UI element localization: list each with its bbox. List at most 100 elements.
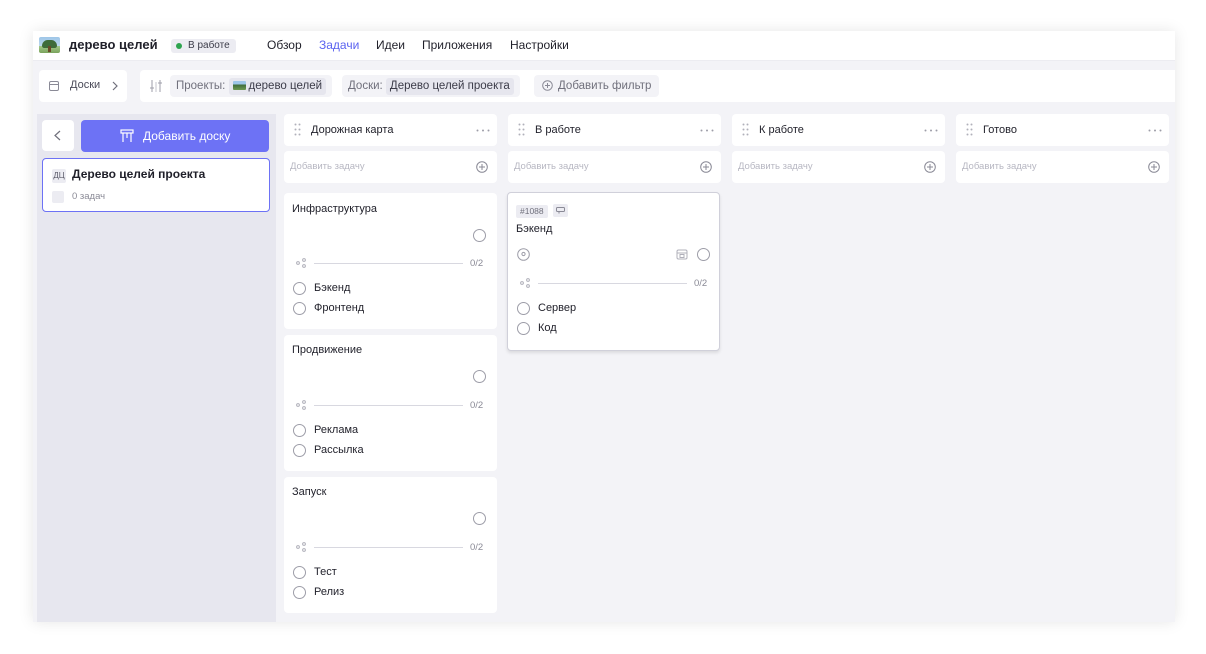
subtask-checkbox[interactable] [517, 302, 530, 315]
filter-boards-value: Дерево целей проекта [385, 78, 514, 95]
column-title: В работе [535, 124, 581, 136]
subtask-label: Реклама [314, 424, 359, 436]
calendar-icon[interactable] [676, 248, 688, 260]
add-board-label: Добавить доску [143, 129, 231, 143]
subtask-checkbox[interactable] [293, 424, 306, 437]
filter-chip-projects[interactable]: Проекты: дерево целей [170, 75, 333, 97]
subtask-checkbox[interactable] [293, 586, 306, 599]
status-circle-icon[interactable] [473, 370, 486, 383]
top-bar: дерево целей В работе Обзор Задачи Идеи … [33, 31, 1175, 61]
project-logo-icon [232, 81, 246, 90]
plus-circle-icon[interactable] [476, 161, 488, 173]
add-task-field[interactable]: Добавить задачу [284, 151, 497, 183]
breadcrumb-boards[interactable]: Доски [39, 70, 127, 102]
status-badge[interactable]: В работе [171, 39, 236, 53]
add-task-field[interactable]: Добавить задачу [732, 151, 945, 183]
nav-tab-settings[interactable]: Настройки [510, 38, 569, 52]
task-card[interactable]: Запуск 0/2 Тест Релиз [284, 477, 497, 613]
subtask-label: Рассылка [314, 444, 364, 456]
task-title: Инфраструктура [292, 203, 378, 215]
add-board-button[interactable]: Добавить доску [81, 120, 269, 152]
boards-panel: Добавить доску ДЦ Дерево целей проекта 0… [37, 114, 276, 622]
filter-bar: Доски Проекты: дерево целей Доски: Дерев… [33, 70, 1175, 102]
status-circle-icon[interactable] [473, 512, 486, 525]
add-filter-label: Добавить фильтр [558, 80, 652, 92]
progress-bar [314, 405, 463, 406]
task-card[interactable]: Инфраструктура 0/2 Бэкенд Фронтенд [284, 193, 497, 329]
drag-handle-icon[interactable] [966, 123, 973, 136]
add-task-field[interactable]: Добавить задачу [508, 151, 721, 183]
progress-count: 0/2 [470, 542, 484, 553]
more-options-icon[interactable] [476, 129, 490, 132]
column-header-to-work[interactable]: К работе [732, 114, 945, 146]
board-columns-icon [120, 129, 134, 142]
subtask-label: Бэкенд [314, 282, 351, 294]
plus-circle-icon [542, 80, 553, 91]
board-card[interactable]: ДЦ Дерево целей проекта 0 задач [42, 158, 270, 212]
drag-handle-icon[interactable] [742, 123, 749, 136]
subtask-label: Код [538, 322, 557, 334]
add-task-placeholder: Добавить задачу [514, 161, 589, 172]
subtask-checkbox[interactable] [293, 566, 306, 579]
subtasks-icon [296, 258, 306, 268]
collapse-panel-button[interactable] [42, 120, 74, 151]
filters-area: Проекты: дерево целей Доски: Дерево целе… [140, 70, 1175, 102]
nav-tab-ideas[interactable]: Идеи [376, 38, 405, 52]
plus-circle-icon[interactable] [924, 161, 936, 173]
column-header-in-progress[interactable]: В работе [508, 114, 721, 146]
project-logo-icon[interactable] [39, 37, 60, 53]
tasks-count-icon [52, 191, 64, 203]
nav-tab-tasks[interactable]: Задачи [319, 38, 359, 52]
nav-tab-apps[interactable]: Приложения [422, 38, 492, 52]
filter-sliders-icon[interactable] [149, 79, 163, 93]
subtasks-icon [296, 400, 306, 410]
subtask-checkbox[interactable] [293, 302, 306, 315]
filter-projects-label: Проекты: [176, 80, 226, 92]
task-card-selected[interactable]: #1088 Бэкенд 0/2 Сервер Код [507, 192, 720, 351]
progress-bar [314, 547, 463, 548]
more-options-icon[interactable] [700, 129, 714, 132]
chevron-right-icon [112, 81, 118, 91]
subtask-checkbox[interactable] [293, 282, 306, 295]
subtask-label: Фронтенд [314, 302, 365, 314]
task-id-badge: #1088 [516, 205, 548, 218]
more-options-icon[interactable] [924, 129, 938, 132]
board-abbr-badge: ДЦ [52, 169, 66, 183]
plus-circle-icon[interactable] [700, 161, 712, 173]
plus-circle-icon[interactable] [1148, 161, 1160, 173]
add-task-field[interactable]: Добавить задачу [956, 151, 1169, 183]
breadcrumb-label: Доски [70, 79, 101, 91]
add-task-placeholder: Добавить задачу [962, 161, 1037, 172]
subtask-label: Тест [314, 566, 337, 578]
comment-icon[interactable] [553, 204, 568, 217]
status-dot-icon [176, 43, 182, 49]
subtask-label: Релиз [314, 586, 345, 598]
status-circle-icon[interactable] [473, 229, 486, 242]
drag-handle-icon[interactable] [518, 123, 525, 136]
progress-count: 0/2 [470, 258, 484, 269]
board-task-count: 0 задач [72, 191, 106, 202]
progress-bar [314, 263, 463, 264]
column-title: Дорожная карта [311, 124, 394, 136]
task-card[interactable]: Продвижение 0/2 Реклама Рассылка [284, 335, 497, 471]
priority-icon[interactable] [517, 248, 530, 261]
board-name: Дерево целей проекта [72, 167, 206, 181]
column-title: Готово [983, 124, 1017, 136]
project-title[interactable]: дерево целей [69, 37, 158, 52]
nav-tab-overview[interactable]: Обзор [267, 38, 302, 52]
add-filter-button[interactable]: Добавить фильтр [534, 75, 660, 97]
add-task-placeholder: Добавить задачу [290, 161, 365, 172]
subtasks-icon [296, 542, 306, 552]
column-title: К работе [759, 124, 804, 136]
filter-chip-boards[interactable]: Доски: Дерево целей проекта [342, 75, 520, 97]
progress-count: 0/2 [470, 400, 484, 411]
app-window: дерево целей В работе Обзор Задачи Идеи … [33, 31, 1175, 622]
add-task-placeholder: Добавить задачу [738, 161, 813, 172]
status-circle-icon[interactable] [697, 248, 710, 261]
subtask-checkbox[interactable] [293, 444, 306, 457]
more-options-icon[interactable] [1148, 129, 1162, 132]
drag-handle-icon[interactable] [294, 123, 301, 136]
subtask-checkbox[interactable] [517, 322, 530, 335]
column-header-done[interactable]: Готово [956, 114, 1169, 146]
column-header-roadmap[interactable]: Дорожная карта [284, 114, 497, 146]
